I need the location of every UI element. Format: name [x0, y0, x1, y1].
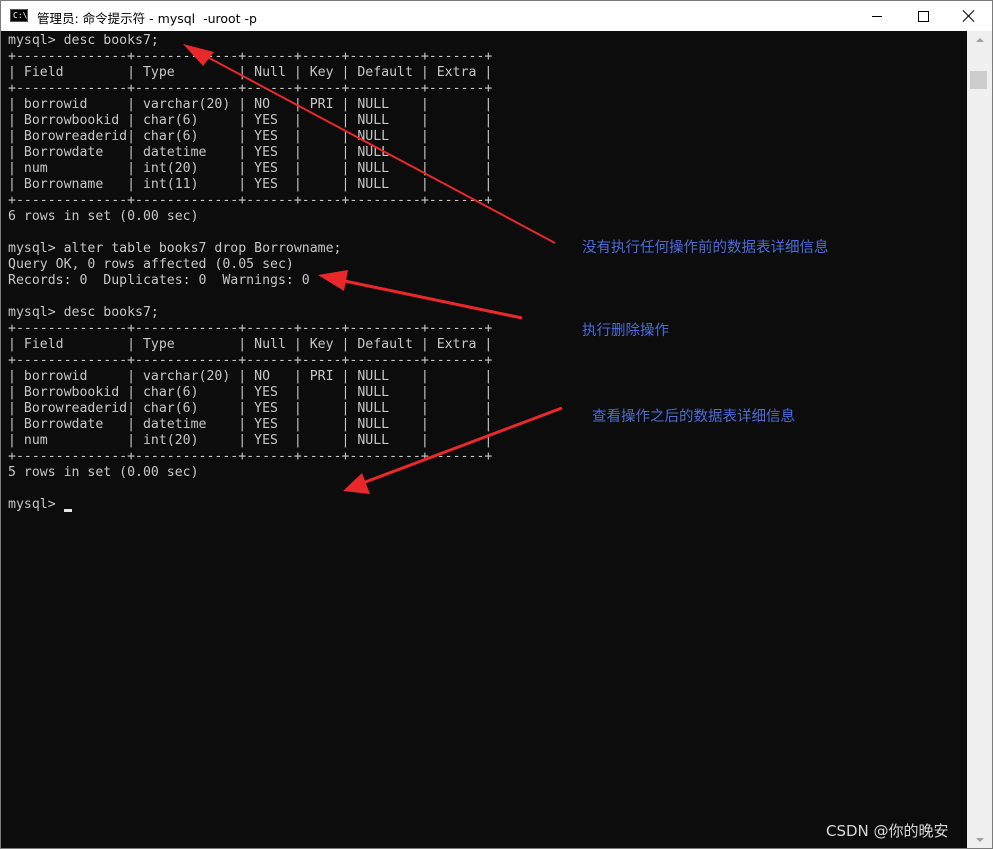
console-window: C:\ 管理员: 命令提示符 - mysql -uroot -p mysql> … — [0, 0, 993, 849]
minimize-button[interactable] — [854, 1, 900, 31]
close-icon — [963, 10, 975, 22]
vertical-scrollbar[interactable] — [967, 31, 992, 848]
text-cursor — [64, 509, 72, 512]
arrow-up-icon — [975, 37, 984, 42]
close-button[interactable] — [946, 1, 992, 31]
cmd-app-icon: C:\ — [10, 9, 28, 22]
maximize-button[interactable] — [900, 1, 946, 31]
scroll-down-button[interactable] — [967, 831, 992, 848]
scroll-up-button[interactable] — [967, 31, 992, 48]
arrow-down-icon — [975, 837, 984, 842]
terminal-text: mysql> desc books7; +--------------+----… — [8, 33, 493, 512]
scroll-thumb[interactable] — [970, 71, 987, 89]
console-output-area[interactable]: mysql> desc books7; +--------------+----… — [1, 31, 967, 848]
title-bar[interactable]: C:\ 管理员: 命令提示符 - mysql -uroot -p — [1, 1, 992, 31]
maximize-icon — [917, 10, 929, 22]
minimize-icon — [872, 15, 882, 17]
window-title: 管理员: 命令提示符 - mysql -uroot -p — [37, 11, 257, 26]
